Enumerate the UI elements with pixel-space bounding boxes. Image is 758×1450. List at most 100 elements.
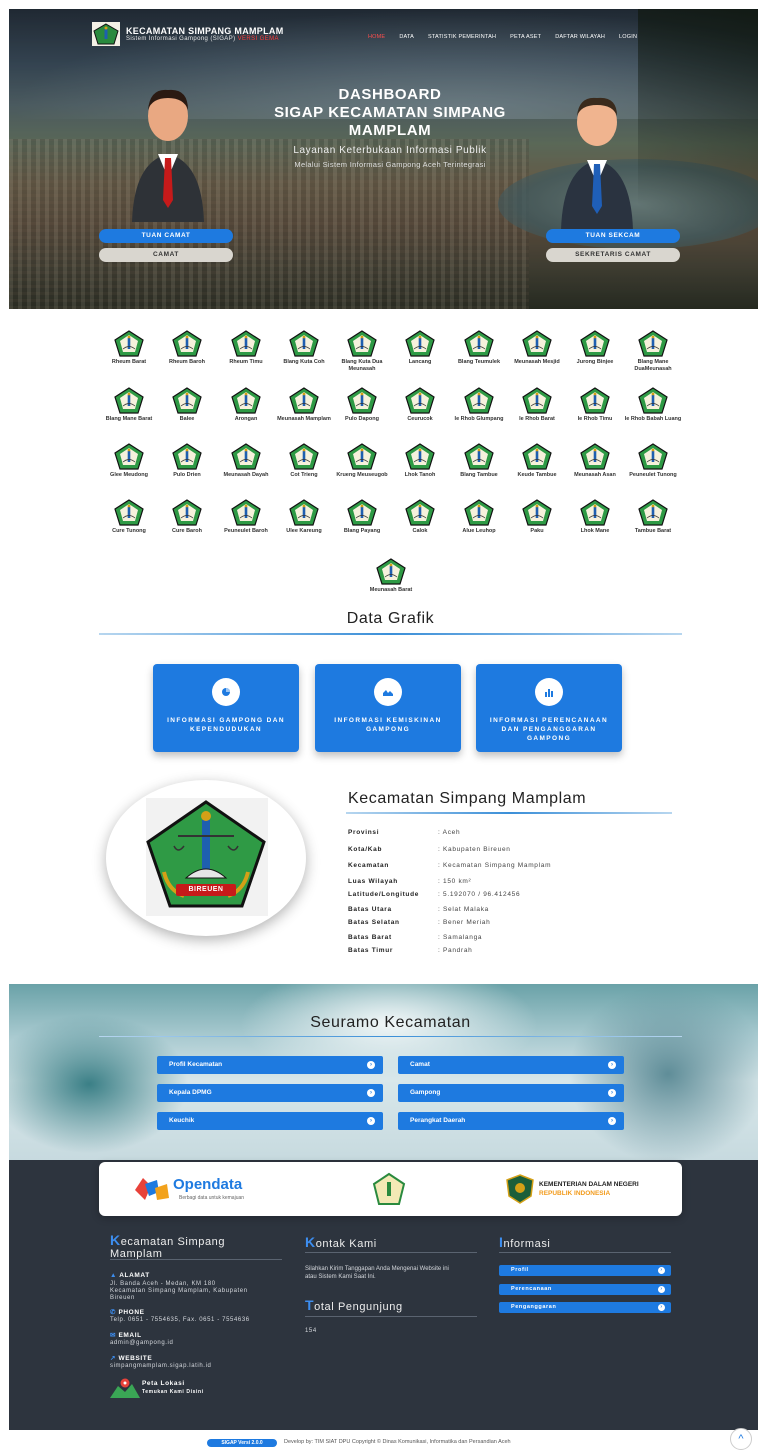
- gampong-logo-icon: [405, 499, 435, 526]
- village-name: Peuneulet Baroh: [224, 528, 268, 534]
- village-name: Meunasah Mamplam: [277, 416, 331, 422]
- camat-button[interactable]: Camat ›: [398, 1056, 624, 1074]
- village-item[interactable]: Arongan: [217, 387, 275, 423]
- village-item[interactable]: Blang Kuta Dua Meunasah: [333, 330, 391, 373]
- village-item[interactable]: Lancang: [391, 330, 449, 366]
- village-item[interactable]: Lhok Mane: [566, 499, 624, 535]
- village-name: Cure Tunong: [112, 528, 146, 534]
- village-item[interactable]: Rheum Baroh: [158, 330, 216, 366]
- village-item[interactable]: Ie Rhob Timu: [566, 387, 624, 423]
- village-item[interactable]: Peuneulet Baroh: [217, 499, 275, 535]
- village-item[interactable]: Ceurucok: [391, 387, 449, 423]
- card-kemiskinan[interactable]: INFORMASI KEMISKINAN GAMPONG: [315, 664, 461, 752]
- village-item[interactable]: Meunasah Mamplam: [275, 387, 333, 423]
- camat-name-button[interactable]: TUAN CAMAT: [99, 229, 233, 243]
- village-item[interactable]: Rheum Timu: [217, 330, 275, 366]
- village-name: Meunasah Dayah: [223, 472, 269, 478]
- village-name: Ceurucok: [407, 416, 433, 422]
- village-name: Ulee Kareung: [286, 528, 322, 534]
- nav-daftar-wilayah[interactable]: DAFTAR WILAYAH: [555, 34, 605, 40]
- village-name: Lancang: [408, 359, 432, 365]
- village-name: Rheum Barat: [111, 359, 147, 365]
- gampong-button[interactable]: Gampong ›: [398, 1084, 624, 1102]
- peta-lokasi-link[interactable]: Peta Lokasi: [142, 1380, 185, 1387]
- village-item[interactable]: Ulee Kareung: [275, 499, 333, 535]
- chevron-right-icon: ›: [658, 1267, 665, 1274]
- village-item[interactable]: Blang Tambue: [450, 443, 508, 479]
- card-label: INFORMASI PERENCANAAN DAN PENGANGGARAN G…: [489, 717, 609, 742]
- sekcam-name-button[interactable]: TUAN SEKCAM: [546, 229, 680, 243]
- card-perencanaan[interactable]: INFORMASI PERENCANAAN DAN PENGANGGARAN G…: [476, 664, 622, 752]
- profile-key: Kota/Kab: [348, 846, 383, 853]
- village-item[interactable]: Jurong Binjee: [566, 330, 624, 366]
- nav-login[interactable]: LOGIN: [619, 34, 637, 40]
- village-item[interactable]: Rheum Barat: [100, 330, 158, 366]
- village-item[interactable]: Pulo Dapong: [333, 387, 391, 423]
- nav-statistik[interactable]: STATISTIK PEMERINTAH: [428, 34, 496, 40]
- kepala-dpmg-button[interactable]: Kepala DPMG ›: [157, 1084, 383, 1102]
- village-item[interactable]: Glee Meudong: [100, 443, 158, 479]
- opendata-label[interactable]: Opendata: [173, 1176, 242, 1193]
- village-item[interactable]: Balee: [158, 387, 216, 423]
- village-item[interactable]: Keude Tambue: [508, 443, 566, 479]
- village-item[interactable]: Krueng Meuseugob: [333, 443, 391, 479]
- card-gampong-kependudukan[interactable]: INFORMASI GAMPONG DAN KEPENDUDUKAN: [153, 664, 299, 752]
- village-name: Balee: [179, 416, 195, 422]
- profil-link-button[interactable]: Profil ›: [499, 1265, 671, 1276]
- profil-kecamatan-button[interactable]: Profil Kecamatan ›: [157, 1056, 383, 1074]
- village-item[interactable]: Tambue Barat: [624, 499, 682, 535]
- perangkat-daerah-button[interactable]: Perangkat Daerah ›: [398, 1112, 624, 1130]
- village-item[interactable]: Blang Teumulek: [450, 330, 508, 366]
- village-item[interactable]: Cot Trieng: [275, 443, 333, 479]
- nav-home[interactable]: HOME: [368, 34, 385, 40]
- chevron-right-icon: ›: [658, 1304, 665, 1311]
- village-item[interactable]: Ie Rhob Babah Luang: [624, 387, 682, 423]
- profile-value: : 5.192070 / 96.412456: [438, 891, 521, 898]
- village-name: Glee Meudong: [110, 472, 148, 478]
- map-location-icon[interactable]: [110, 1378, 140, 1398]
- seuramo-divider: [99, 1036, 682, 1037]
- village-item[interactable]: Meunasah Barat: [362, 558, 420, 594]
- village-item[interactable]: Alue Leuhop: [450, 499, 508, 535]
- gampong-logo-icon: [522, 443, 552, 470]
- village-item[interactable]: Cure Baroh: [158, 499, 216, 535]
- village-item[interactable]: Pulo Drien: [158, 443, 216, 479]
- village-item[interactable]: Blang Mane DuaMeunasah: [624, 330, 682, 373]
- sekcam-role-label: SEKRETARIS CAMAT: [546, 248, 680, 262]
- area-chart-icon: [374, 678, 402, 706]
- village-item[interactable]: Ie Rhob Barat: [508, 387, 566, 423]
- hero-title: DASHBOARD SIGAP KECAMATAN SIMPANG MAMPLA…: [274, 86, 506, 139]
- scroll-top-icon[interactable]: ^: [730, 1428, 752, 1450]
- village-item[interactable]: Meunasah Asan: [566, 443, 624, 479]
- kemendagri-line1[interactable]: KEMENTERIAN DALAM NEGERI: [539, 1181, 639, 1188]
- gampong-logo-icon: [464, 499, 494, 526]
- village-item[interactable]: Meunasah Dayah: [217, 443, 275, 479]
- village-item[interactable]: Blang Mane Barat: [100, 387, 158, 423]
- gampong-logo-icon: [114, 443, 144, 470]
- nav-data[interactable]: DATA: [399, 34, 414, 40]
- village-item[interactable]: Meunasah Mesjid: [508, 330, 566, 366]
- hero-subtitle: Layanan Keterbukaan Informasi Publik: [293, 145, 487, 156]
- keuchik-button[interactable]: Keuchik ›: [157, 1112, 383, 1130]
- perencanaan-link-button[interactable]: Perencanaan ›: [499, 1284, 671, 1295]
- village-item[interactable]: Peuneulet Tunong: [624, 443, 682, 479]
- penganggaran-link-button[interactable]: Penganggaran ›: [499, 1302, 671, 1313]
- village-item[interactable]: Blang Kuta Coh: [275, 330, 333, 366]
- profile-key: Batas Timur: [348, 947, 394, 954]
- profile-value: : Bener Meriah: [438, 919, 491, 926]
- village-item[interactable]: Paku: [508, 499, 566, 535]
- site-title: KECAMATAN SIMPANG MAMPLAM: [126, 26, 284, 36]
- village-item[interactable]: Ie Rhob Glumpang: [450, 387, 508, 423]
- email-text[interactable]: admin@gampong.id: [110, 1340, 173, 1347]
- nav-peta-aset[interactable]: PETA ASET: [510, 34, 541, 40]
- brand[interactable]: KECAMATAN SIMPANG MAMPLAM Sistem Informa…: [92, 22, 284, 46]
- gampong-logo-icon: [231, 330, 261, 357]
- village-item[interactable]: Cure Tunong: [100, 499, 158, 535]
- village-item[interactable]: Calok: [391, 499, 449, 535]
- website-text[interactable]: simpangmamplam.sigap.latih.id: [110, 1363, 211, 1370]
- village-name: Blang Kuta Coh: [283, 359, 325, 365]
- village-item[interactable]: Lhok Tanoh: [391, 443, 449, 479]
- aceh-logo-icon[interactable]: [371, 1172, 407, 1206]
- footer-info-title: Informasi: [499, 1234, 551, 1250]
- village-item[interactable]: Blang Payang: [333, 499, 391, 535]
